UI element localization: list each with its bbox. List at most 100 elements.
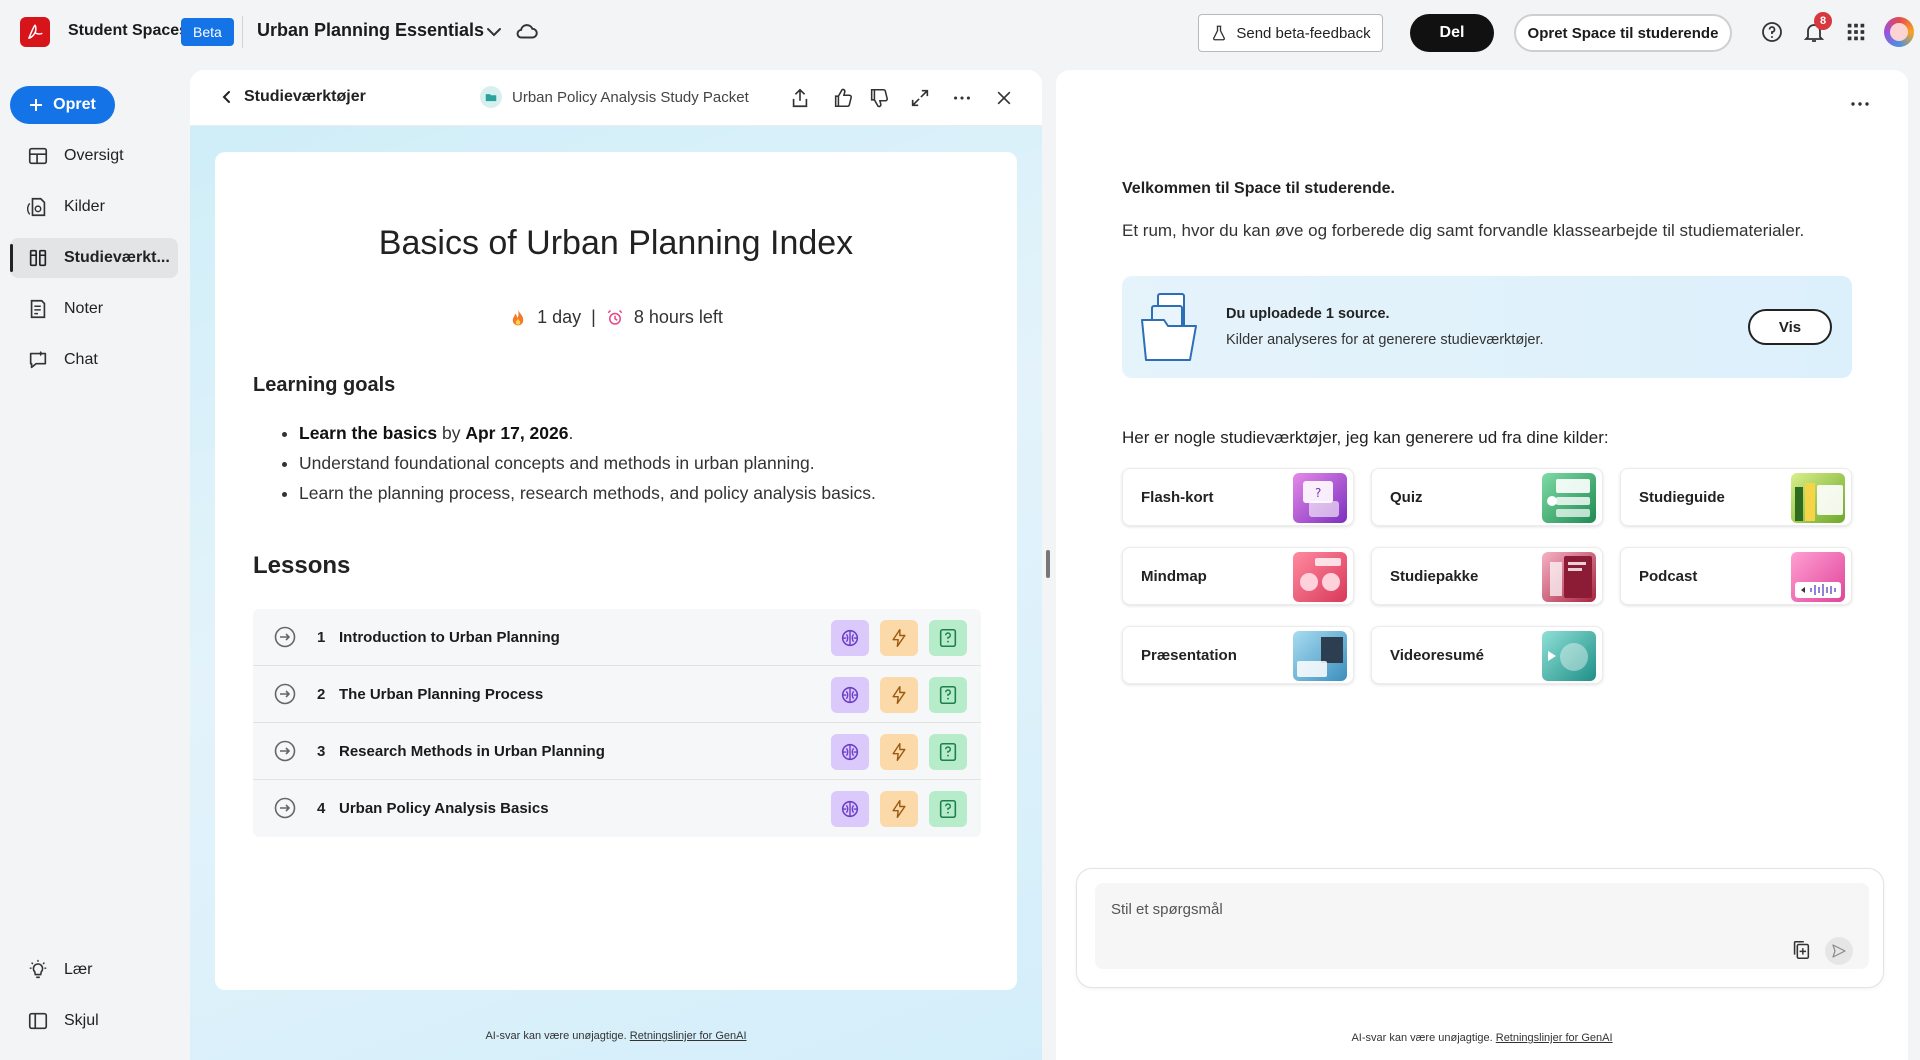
bell-icon[interactable]: 8 (1800, 12, 1832, 46)
assistant-panel: Velkommen til Space til studerende. Et r… (1056, 70, 1908, 1060)
quiz-thumbnail-icon (1542, 473, 1596, 523)
arrow-circle-icon[interactable] (273, 625, 297, 649)
tool-card-podcast[interactable]: Podcast (1620, 547, 1852, 605)
cloud-icon[interactable] (514, 18, 540, 44)
nav-item-notes[interactable]: Noter (10, 289, 178, 329)
more-options-icon[interactable] (1848, 92, 1872, 116)
nav-item-chat[interactable]: Chat (10, 340, 178, 380)
welcome-title: Velkommen til Space til studerende. (1122, 180, 1395, 197)
lesson-row[interactable]: 1 Introduction to Urban Planning (253, 609, 981, 666)
lesson-title[interactable]: Introduction to Urban Planning (339, 629, 560, 646)
question-card-icon (939, 742, 957, 762)
tool-label: Studiepakke (1390, 568, 1479, 585)
arrow-circle-icon[interactable] (273, 739, 297, 763)
tool-label: Quiz (1390, 489, 1423, 506)
tool-card-video-summary[interactable]: Videoresumé (1371, 626, 1603, 684)
lesson-title[interactable]: Research Methods in Urban Planning (339, 743, 605, 760)
lesson-row[interactable]: 3 Research Methods in Urban Planning (253, 723, 981, 780)
more-options-icon[interactable] (950, 86, 974, 110)
tool-card-presentation[interactable]: Præsentation (1122, 626, 1354, 684)
lesson-title[interactable]: Urban Policy Analysis Basics (339, 800, 549, 817)
nav-item-sources[interactable]: Kilder (10, 187, 178, 227)
quiz-tool-button[interactable] (929, 734, 967, 770)
tool-label: Podcast (1639, 568, 1698, 585)
tool-card-flashcards[interactable]: Flash-kort ? (1122, 468, 1354, 526)
thumbs-down-icon[interactable] (867, 86, 891, 110)
sidebar-collapse-icon (26, 1009, 50, 1033)
study-packet-card: Basics of Urban Planning Index 1 day | 8… (215, 152, 1017, 990)
mindmap-tool-button[interactable] (831, 791, 869, 827)
view-sources-button[interactable]: Vis (1748, 309, 1832, 345)
nav-item-learn[interactable]: Lær (10, 950, 178, 990)
nav-item-study-tools[interactable]: Studieværkt... (10, 238, 178, 278)
avatar[interactable] (1884, 17, 1914, 47)
genai-guidelines-link[interactable]: Retningslinjer for GenAI (1496, 1032, 1613, 1044)
back-to-study-tools-button[interactable]: Studieværktøjer (220, 88, 366, 106)
lesson-number: 4 (317, 800, 326, 817)
question-card-icon (939, 685, 957, 705)
top-bar: Student Spaces Beta Urban Planning Essen… (0, 0, 1920, 64)
packet-name-label: Urban Policy Analysis Study Packet (512, 88, 749, 106)
nav-item-hide[interactable]: Skjul (10, 1001, 178, 1041)
arrow-circle-icon[interactable] (273, 796, 297, 820)
close-icon[interactable] (992, 86, 1016, 110)
upload-folder-icon (1141, 293, 1197, 361)
lesson-row[interactable]: 4 Urban Policy Analysis Basics (253, 780, 981, 837)
help-icon[interactable] (1758, 18, 1786, 46)
tool-card-study-packet[interactable]: Studiepakke (1371, 547, 1603, 605)
arrow-circle-icon[interactable] (273, 682, 297, 706)
space-title[interactable]: Urban Planning Essentials (257, 20, 484, 41)
genai-guidelines-link[interactable]: Retningslinjer for GenAI (630, 1030, 747, 1042)
question-input[interactable] (1095, 883, 1869, 969)
tool-card-study-guide[interactable]: Studieguide (1620, 468, 1852, 526)
upload-status-card: Du uploadede 1 source. Kilder analyseres… (1122, 276, 1852, 378)
tool-card-quiz[interactable]: Quiz (1371, 468, 1603, 526)
folder-icon (480, 86, 502, 108)
flashcards-tool-button[interactable] (880, 734, 918, 770)
plus-icon (30, 99, 43, 111)
lesson-number: 3 (317, 743, 326, 760)
flashcards-tool-button[interactable] (880, 620, 918, 656)
share-button[interactable]: Del (1410, 14, 1494, 52)
video-summary-thumbnail-icon (1542, 631, 1596, 681)
create-label: Opret (53, 96, 96, 113)
mindmap-tool-button[interactable] (831, 677, 869, 713)
tool-label: Mindmap (1141, 568, 1207, 585)
lightning-icon (892, 628, 906, 648)
create-button[interactable]: Opret (10, 86, 115, 124)
lesson-title[interactable]: The Urban Planning Process (339, 686, 543, 703)
expand-icon[interactable] (908, 86, 932, 110)
mindmap-tool-button[interactable] (831, 734, 869, 770)
tool-label: Videoresumé (1390, 647, 1484, 664)
apps-grid-icon[interactable] (1842, 18, 1870, 46)
attach-icon[interactable] (1790, 939, 1814, 963)
ai-disclaimer: AI-svar kan være unøjagtige. Retningslin… (485, 1030, 747, 1042)
lesson-row[interactable]: 2 The Urban Planning Process (253, 666, 981, 723)
nav-label: Skjul (64, 1012, 99, 1029)
nav-label: Chat (64, 351, 98, 368)
chat-icon (26, 348, 50, 372)
panel-resize-handle[interactable] (1046, 550, 1050, 578)
beta-badge: Beta (181, 18, 234, 46)
quiz-tool-button[interactable] (929, 620, 967, 656)
send-icon[interactable] (1825, 937, 1853, 965)
lightning-icon (892, 799, 906, 819)
time-left: 8 hours left (633, 307, 723, 327)
create-space-button[interactable]: Opret Space til studerende (1514, 14, 1732, 52)
thumbs-up-icon[interactable] (831, 86, 855, 110)
share-export-icon[interactable] (788, 86, 812, 110)
nav-item-overview[interactable]: Oversigt (10, 136, 178, 176)
quiz-tool-button[interactable] (929, 791, 967, 827)
mindmap-tool-button[interactable] (831, 620, 869, 656)
lesson-number: 2 (317, 686, 326, 703)
topbar-divider (242, 16, 243, 48)
back-label: Studieværktøjer (244, 88, 366, 105)
streak-separator: | (591, 307, 596, 327)
quiz-tool-button[interactable] (929, 677, 967, 713)
flashcards-tool-button[interactable] (880, 791, 918, 827)
tool-card-mindmap[interactable]: Mindmap (1122, 547, 1354, 605)
flashcards-tool-button[interactable] (880, 677, 918, 713)
chevron-down-icon[interactable] (482, 20, 506, 44)
acrobat-logo-icon[interactable] (20, 17, 50, 47)
send-feedback-button[interactable]: Send beta-feedback (1198, 14, 1383, 52)
